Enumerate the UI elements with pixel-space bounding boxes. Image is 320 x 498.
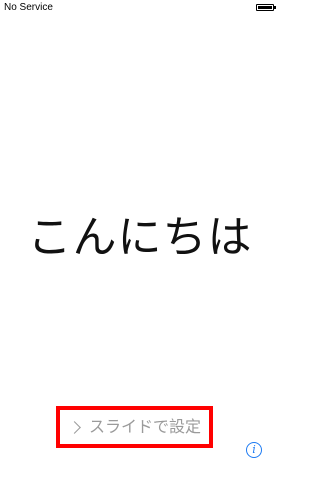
- info-icon[interactable]: i: [246, 442, 262, 458]
- greeting-text: こんにちは: [27, 212, 253, 263]
- battery-fill: [258, 6, 272, 9]
- carrier-label: No Service: [4, 2, 53, 13]
- status-bar: No Service: [0, 0, 280, 16]
- slide-to-setup-control[interactable]: スライドで設定: [60, 410, 209, 444]
- chevron-right-icon: [68, 420, 81, 434]
- battery-icon: [256, 4, 276, 11]
- hello-screen: No Service こんにちは スライドで設定 i: [0, 0, 280, 498]
- slide-to-setup-label: スライドで設定: [88, 417, 201, 436]
